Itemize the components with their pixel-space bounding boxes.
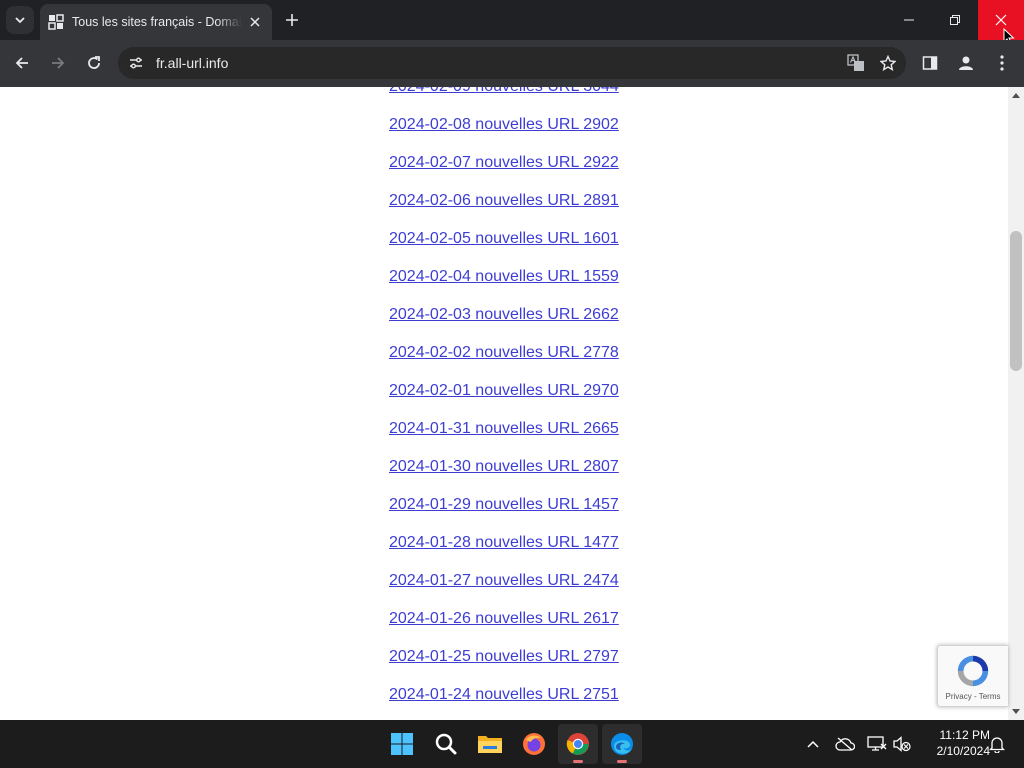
chevron-down-icon: [15, 17, 25, 24]
daily-url-link[interactable]: 2024-01-24 nouvelles URL 2751: [389, 686, 619, 703]
daily-url-link[interactable]: 2024-02-09 nouvelles URL 3044: [389, 87, 619, 95]
daily-url-link[interactable]: 2024-02-08 nouvelles URL 2902: [389, 116, 619, 133]
chevron-up-icon[interactable]: [801, 732, 825, 756]
list-item: 2024-01-31 nouvelles URL 2665: [389, 418, 619, 456]
menu-button[interactable]: [988, 49, 1016, 77]
daily-url-link[interactable]: 2024-02-07 nouvelles URL 2922: [389, 154, 619, 171]
list-item: 2024-01-25 nouvelles URL 2797: [389, 646, 619, 684]
scroll-down-arrow-icon[interactable]: [1008, 704, 1024, 720]
plus-icon: [286, 14, 298, 26]
system-clock[interactable]: 11:12 PM 2/10/2024: [918, 727, 990, 759]
list-item: 2024-01-26 nouvelles URL 2617: [389, 608, 619, 646]
page-viewport: 2024-02-09 nouvelles URL 3044 2024-02-08 …: [0, 87, 1008, 720]
chrome-icon[interactable]: [558, 724, 598, 764]
file-explorer-icon[interactable]: [470, 724, 510, 764]
clock-date: 2/10/2024: [936, 744, 990, 758]
daily-url-link[interactable]: 2024-02-02 nouvelles URL 2778: [389, 344, 619, 361]
daily-url-link[interactable]: 2024-01-29 nouvelles URL 1457: [389, 496, 619, 513]
search-icon[interactable]: [426, 724, 466, 764]
reload-button[interactable]: [80, 49, 108, 77]
close-window-button[interactable]: [978, 0, 1024, 46]
scroll-up-arrow-icon[interactable]: [1008, 87, 1024, 103]
list-item: 2024-01-29 nouvelles URL 1457: [389, 494, 619, 532]
url-text[interactable]: fr.all-url.info: [156, 55, 842, 71]
daily-url-link[interactable]: 2024-01-27 nouvelles URL 2474: [389, 572, 619, 589]
side-panel-button[interactable]: [916, 49, 944, 77]
daily-url-link[interactable]: 2024-01-28 nouvelles URL 1477: [389, 534, 619, 551]
daily-url-link[interactable]: 2024-01-31 nouvelles URL 2665: [389, 420, 619, 437]
network-icon[interactable]: [865, 732, 889, 756]
daily-url-link[interactable]: 2024-02-04 nouvelles URL 1559: [389, 268, 619, 285]
list-item: 2024-01-27 nouvelles URL 2474: [389, 570, 619, 608]
onedrive-icon[interactable]: [833, 732, 857, 756]
daily-url-list: 2024-02-09 nouvelles URL 3044 2024-02-08 …: [389, 87, 619, 720]
address-bar[interactable]: fr.all-url.info: [118, 47, 906, 79]
tab-search-button[interactable]: [6, 6, 34, 34]
daily-url-link[interactable]: 2024-01-26 nouvelles URL 2617: [389, 610, 619, 627]
new-tab-button[interactable]: [280, 8, 304, 32]
close-icon: [995, 14, 1007, 26]
bookmark-star-icon[interactable]: [874, 49, 902, 77]
profile-icon: [959, 56, 973, 70]
active-tab[interactable]: Tous les sites français - Domaine: [40, 4, 272, 40]
profile-button[interactable]: [952, 49, 980, 77]
list-item: 2024-02-03 nouvelles URL 2662: [389, 304, 619, 342]
windows-start-icon[interactable]: [382, 724, 422, 764]
side-panel-icon: [922, 56, 938, 70]
recaptcha-logo-icon: [957, 655, 989, 687]
minimize-icon: [904, 19, 914, 21]
list-item: 2024-02-01 nouvelles URL 2970: [389, 380, 619, 418]
list-item: 2024-02-08 nouvelles URL 2902: [389, 114, 619, 152]
tab-close-icon[interactable]: [246, 13, 264, 31]
list-item: 2024-01-30 nouvelles URL 2807: [389, 456, 619, 494]
daily-url-link[interactable]: 2024-01-25 nouvelles URL 2797: [389, 648, 619, 665]
firefox-icon[interactable]: [514, 724, 554, 764]
tab-title: Tous les sites français - Domaine: [72, 15, 242, 29]
daily-url-link[interactable]: 2024-01-30 nouvelles URL 2807: [389, 458, 619, 475]
arrow-left-icon: [15, 57, 28, 69]
list-item: 2024-02-09 nouvelles URL 3044: [389, 87, 619, 114]
grid-favicon-icon: [48, 14, 64, 30]
arrow-right-icon: [52, 57, 65, 69]
site-settings-icon[interactable]: [122, 49, 150, 77]
list-item: 2024-01-24 nouvelles URL 2751: [389, 684, 619, 720]
list-item: 2024-02-04 nouvelles URL 1559: [389, 266, 619, 304]
kebab-menu-icon: [1000, 55, 1004, 71]
back-button[interactable]: [8, 49, 36, 77]
running-indicator: [617, 760, 627, 763]
daily-url-link[interactable]: 2024-02-06 nouvelles URL 2891: [389, 192, 619, 209]
windows-taskbar: 11:12 PM 2/10/2024: [0, 720, 1024, 768]
clock-time: 11:12 PM: [939, 728, 990, 742]
restore-icon: [950, 15, 960, 25]
list-item: 2024-01-28 nouvelles URL 1477: [389, 532, 619, 570]
list-item: 2024-02-05 nouvelles URL 1601: [389, 228, 619, 266]
volume-muted-icon[interactable]: [890, 732, 914, 756]
minimize-button[interactable]: [886, 0, 932, 40]
daily-url-link[interactable]: 2024-02-03 nouvelles URL 2662: [389, 306, 619, 323]
scrollbar-thumb[interactable]: [1010, 231, 1022, 371]
translate-icon[interactable]: [842, 49, 870, 77]
forward-button[interactable]: [44, 49, 72, 77]
daily-url-link[interactable]: 2024-02-01 nouvelles URL 2970: [389, 382, 619, 399]
browser-tab-strip: Tous les sites français - Domaine: [0, 0, 1024, 46]
list-item: 2024-02-02 nouvelles URL 2778: [389, 342, 619, 380]
recaptcha-badge[interactable]: Privacy - Terms: [937, 645, 1008, 707]
recaptcha-privacy-terms[interactable]: Privacy - Terms: [946, 692, 1001, 701]
daily-url-link[interactable]: 2024-02-05 nouvelles URL 1601: [389, 230, 619, 247]
list-item: 2024-02-06 nouvelles URL 2891: [389, 190, 619, 228]
running-indicator: [573, 760, 583, 763]
list-item: 2024-02-07 nouvelles URL 2922: [389, 152, 619, 190]
vertical-scrollbar[interactable]: [1008, 87, 1024, 720]
reload-icon: [88, 56, 100, 69]
edge-icon[interactable]: [602, 724, 642, 764]
restore-button[interactable]: [932, 0, 978, 40]
notifications-icon[interactable]: [985, 732, 1009, 756]
browser-toolbar: fr.all-url.info: [0, 40, 1024, 87]
